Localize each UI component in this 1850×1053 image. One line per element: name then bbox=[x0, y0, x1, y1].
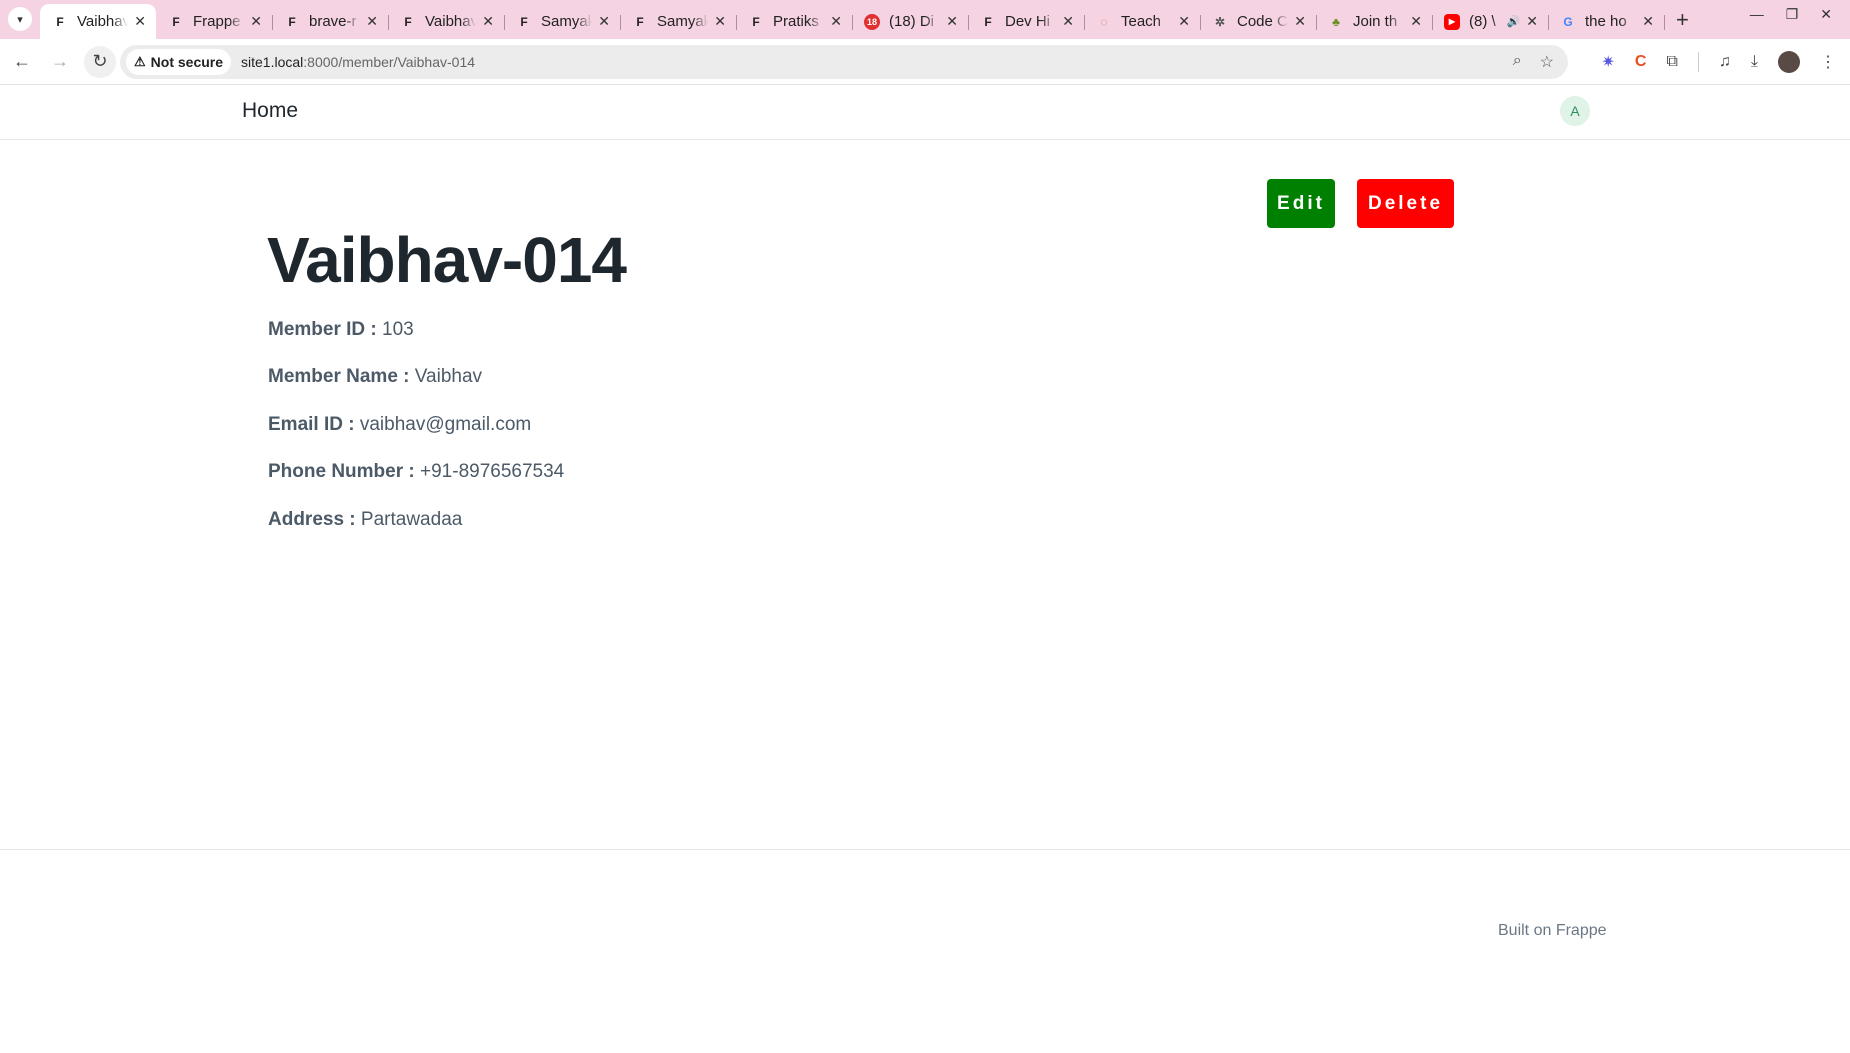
back-button[interactable]: ← bbox=[6, 46, 38, 78]
close-icon[interactable]: ✕ bbox=[1178, 13, 1190, 30]
join-icon: ♣ bbox=[1332, 14, 1340, 29]
frappe-icon: F bbox=[520, 14, 528, 29]
menu-kebab-icon[interactable]: ⋮ bbox=[1820, 52, 1836, 72]
member-detail: Edit Delete Vaibhav-014 Member ID : 103 … bbox=[0, 140, 1850, 850]
tab-samyak-2[interactable]: F Samyak ✕ bbox=[620, 4, 737, 39]
field-label: Phone Number : bbox=[268, 461, 415, 482]
bookmark-star-icon[interactable]: ☆ bbox=[1540, 52, 1554, 72]
toolbar-divider bbox=[1697, 51, 1699, 72]
frappe-icon: F bbox=[636, 14, 644, 29]
tab-strip: ▾ F Vaibhav-014 ✕ F Frappe ✕ F brave-r ✕… bbox=[0, 0, 1850, 39]
extensions-area: ✷ C ⧉ ♫ ⤓ ⋮ bbox=[1602, 50, 1836, 73]
page-title: Vaibhav-014 bbox=[267, 224, 627, 296]
close-icon[interactable]: ✕ bbox=[366, 13, 378, 30]
close-icon[interactable]: ✕ bbox=[134, 13, 146, 30]
puzzle-icon[interactable]: ⧉ bbox=[1666, 53, 1677, 71]
close-icon[interactable]: ✕ bbox=[1526, 13, 1538, 30]
field-value: 103 bbox=[382, 319, 414, 340]
field-value: vaibhav@gmail.com bbox=[359, 414, 532, 435]
close-icon[interactable]: ✕ bbox=[482, 13, 494, 30]
address-bar[interactable]: ⚠ Not secure site1.local:8000/member/Vai… bbox=[120, 45, 1568, 79]
minimize-icon[interactable]: — bbox=[1750, 6, 1764, 23]
close-icon[interactable]: ✕ bbox=[1062, 13, 1074, 30]
warning-icon: ⚠ bbox=[134, 54, 146, 69]
download-icon[interactable]: ⤓ bbox=[1751, 53, 1758, 71]
built-on-frappe-link[interactable]: Built on Frappe bbox=[1498, 922, 1607, 940]
tab-frappe[interactable]: F Frappe ✕ bbox=[156, 4, 273, 39]
arrow-right-icon: → bbox=[51, 51, 69, 71]
chevron-down-icon: ▾ bbox=[17, 13, 23, 26]
arrow-left-icon: ← bbox=[13, 51, 31, 71]
close-icon[interactable]: ✕ bbox=[1294, 13, 1306, 30]
frappe-icon: F bbox=[984, 14, 992, 29]
field-label: Email ID : bbox=[268, 414, 355, 435]
close-icon[interactable]: ✕ bbox=[714, 13, 726, 30]
omnibox-actions: ⌕ ☆ bbox=[1513, 52, 1554, 72]
tab-pratiks[interactable]: F Pratiks ✕ bbox=[736, 4, 853, 39]
site-footer: Built on Frappe bbox=[0, 850, 1850, 1000]
close-icon[interactable]: ✕ bbox=[1642, 13, 1654, 30]
field-value: +91-8976567534 bbox=[420, 461, 565, 482]
extension-star-icon[interactable]: ✷ bbox=[1602, 52, 1615, 72]
forward-button[interactable]: → bbox=[44, 46, 76, 78]
close-icon[interactable]: ✕ bbox=[1410, 13, 1422, 30]
tab-samyak-1[interactable]: F Samyak ✕ bbox=[504, 4, 621, 39]
tab-brave[interactable]: F brave-r ✕ bbox=[272, 4, 389, 39]
close-icon[interactable]: ✕ bbox=[598, 13, 610, 30]
close-icon[interactable]: ✕ bbox=[830, 13, 842, 30]
field-member-name: Member Name : Vaibhav bbox=[268, 366, 482, 388]
teach-icon: ◌ bbox=[1100, 14, 1108, 29]
zoom-icon[interactable]: ⌕ bbox=[1513, 52, 1522, 72]
delete-button[interactable]: Delete bbox=[1357, 179, 1454, 228]
field-label: Address : bbox=[268, 509, 356, 530]
field-phone: Phone Number : +91-8976567534 bbox=[268, 461, 564, 483]
tab-vaibhav-014[interactable]: F Vaibhav-014 ✕ bbox=[40, 4, 156, 39]
tab-code[interactable]: ✲ Code C ✕ bbox=[1200, 4, 1317, 39]
edit-button[interactable]: Edit bbox=[1267, 179, 1335, 228]
field-value: Partawadaa bbox=[360, 509, 463, 530]
frappe-icon: F bbox=[752, 14, 760, 29]
url-text[interactable]: site1.local:8000/member/Vaibhav-014 bbox=[241, 54, 475, 70]
tab-vaibhav[interactable]: F Vaibhav ✕ bbox=[388, 4, 505, 39]
reload-icon: ↻ bbox=[92, 51, 108, 71]
frappe-icon: F bbox=[404, 14, 412, 29]
notification-icon: 18 bbox=[864, 13, 880, 30]
tab-google[interactable]: G the ho ✕ bbox=[1548, 4, 1665, 39]
tab-notifications[interactable]: 18 (18) Di ✕ bbox=[852, 4, 969, 39]
site-navbar: Home A bbox=[0, 85, 1850, 140]
close-icon[interactable]: ✕ bbox=[946, 13, 958, 30]
profile-avatar[interactable] bbox=[1778, 50, 1800, 73]
window-controls: — ❐ ✕ bbox=[1750, 6, 1832, 23]
tab-join[interactable]: ♣ Join th ✕ bbox=[1316, 4, 1433, 39]
tab-search-button[interactable]: ▾ bbox=[8, 7, 32, 31]
field-value: Vaibhav bbox=[414, 366, 483, 387]
new-tab-button[interactable]: + bbox=[1676, 7, 1689, 33]
browser-toolbar: ← → ↻ ⚠ Not secure site1.local:8000/memb… bbox=[0, 39, 1850, 85]
openai-icon: ✲ bbox=[1214, 14, 1226, 29]
reload-button[interactable]: ↻ bbox=[84, 45, 116, 78]
youtube-icon: ▶ bbox=[1444, 13, 1460, 30]
frappe-icon: F bbox=[56, 14, 64, 29]
field-label: Member Name : bbox=[268, 366, 410, 387]
close-window-icon[interactable]: ✕ bbox=[1820, 6, 1832, 23]
speaker-icon[interactable]: 🔊 bbox=[1507, 15, 1521, 28]
user-avatar[interactable]: A bbox=[1560, 96, 1590, 126]
tab-youtube[interactable]: ▶ (8) \ 🔊 ✕ bbox=[1432, 4, 1549, 39]
media-control-icon[interactable]: ♫ bbox=[1719, 53, 1731, 71]
tab-dev-hi[interactable]: F Dev Hi ✕ bbox=[968, 4, 1085, 39]
google-icon: G bbox=[1563, 14, 1573, 29]
restore-icon[interactable]: ❐ bbox=[1786, 6, 1799, 23]
extension-c-icon[interactable]: C bbox=[1635, 53, 1647, 71]
frappe-icon: F bbox=[172, 14, 180, 29]
field-member-id: Member ID : 103 bbox=[268, 319, 414, 341]
nav-home-link[interactable]: Home bbox=[242, 99, 298, 123]
security-chip[interactable]: ⚠ Not secure bbox=[126, 49, 232, 75]
field-email: Email ID : vaibhav@gmail.com bbox=[268, 414, 531, 436]
tab-teach[interactable]: ◌ Teach ✕ bbox=[1084, 4, 1201, 39]
tab-list: F Vaibhav-014 ✕ F Frappe ✕ F brave-r ✕ F… bbox=[40, 4, 1689, 39]
field-label: Member ID : bbox=[268, 319, 377, 340]
close-icon[interactable]: ✕ bbox=[250, 13, 262, 30]
field-address: Address : Partawadaa bbox=[268, 509, 462, 531]
frappe-icon: F bbox=[288, 14, 296, 29]
